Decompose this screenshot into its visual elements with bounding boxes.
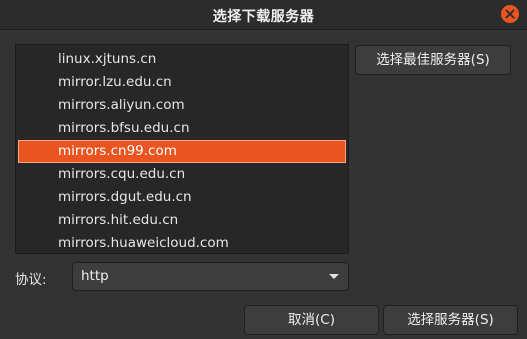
select-server-button[interactable]: 选择服务器(S) bbox=[383, 305, 518, 335]
mirror-list-item[interactable]: mirrors.cqu.edu.cn bbox=[18, 163, 346, 186]
close-button[interactable] bbox=[501, 5, 519, 23]
mirror-list-item[interactable]: mirrors.hit.edu.cn bbox=[18, 209, 346, 232]
dialog-title: 选择下载服务器 bbox=[212, 9, 315, 25]
chevron-down-icon bbox=[329, 274, 339, 279]
close-icon bbox=[505, 9, 515, 19]
mirror-list-item[interactable]: mirrors.dgut.edu.cn bbox=[18, 186, 346, 209]
protocol-value: http bbox=[81, 268, 109, 284]
title-bar: 选择下载服务器 bbox=[0, 0, 527, 30]
mirror-list-item-selected[interactable]: mirrors.cn99.com bbox=[18, 140, 346, 163]
protocol-label: 协议: bbox=[15, 272, 47, 288]
mirror-list-item[interactable]: mirror.lzu.edu.cn bbox=[18, 71, 346, 94]
protocol-dropdown[interactable]: http bbox=[72, 262, 349, 291]
mirror-list-item[interactable]: mirrors.aliyun.com bbox=[18, 94, 346, 117]
mirror-list[interactable]: linux.xjtuns.cn mirror.lzu.edu.cn mirror… bbox=[15, 44, 349, 254]
mirror-list-item[interactable]: mirrors.bfsu.edu.cn bbox=[18, 117, 346, 140]
cancel-button[interactable]: 取消(C) bbox=[244, 305, 379, 335]
mirror-list-item[interactable]: mirrors.huaweicloud.com bbox=[18, 232, 346, 253]
mirror-list-item[interactable]: linux.xjtuns.cn bbox=[18, 48, 346, 71]
dialog-window: 选择下载服务器 linux.xjtuns.cn mirror.lzu.edu.c… bbox=[0, 0, 527, 339]
select-best-server-button[interactable]: 选择最佳服务器(S) bbox=[355, 45, 511, 75]
